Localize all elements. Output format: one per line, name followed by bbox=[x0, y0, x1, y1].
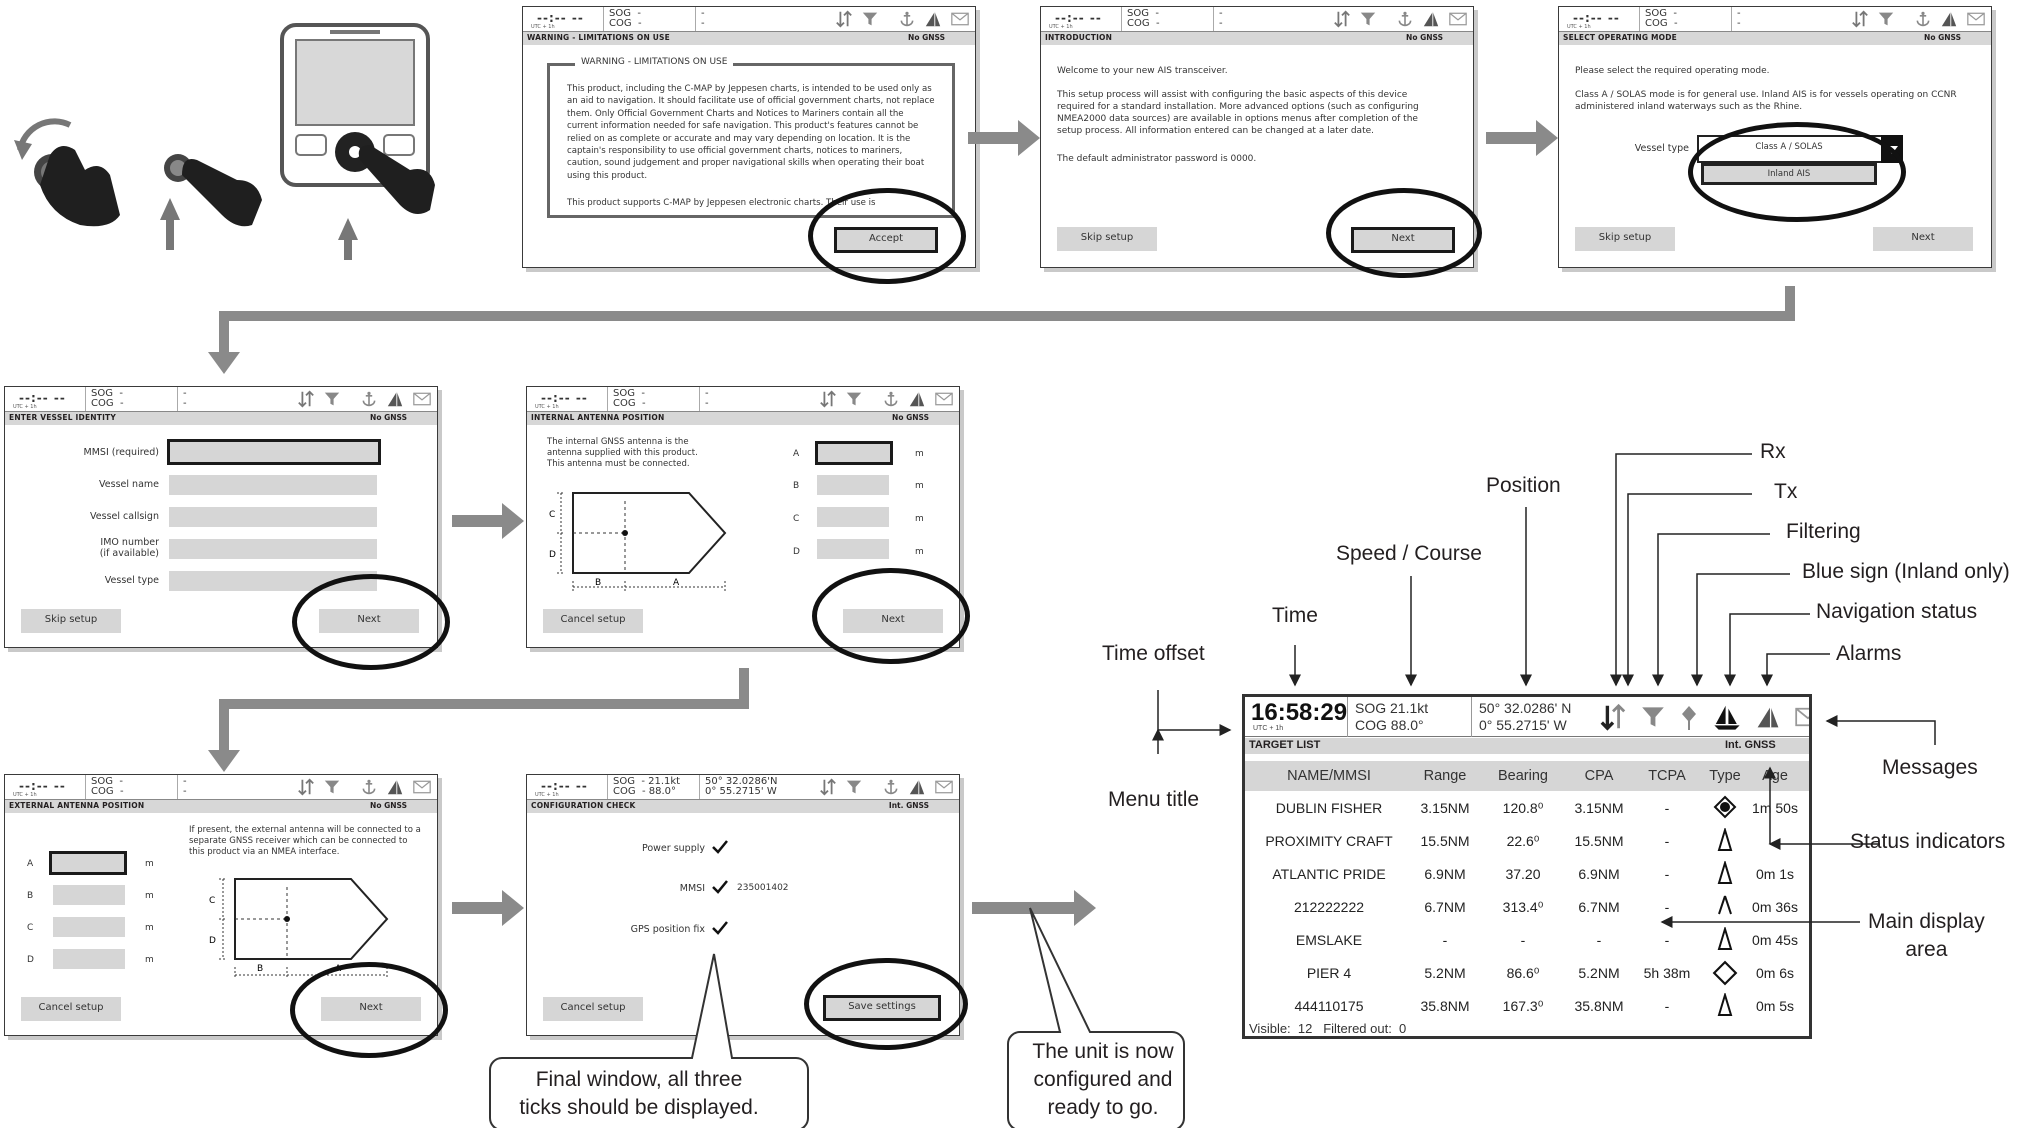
callout-shapes bbox=[489, 907, 1185, 1128]
ready-callout: The unit is now configured and ready to go… bbox=[1032, 1040, 1174, 1119]
final-window-callout: Final window, all three ticks should be d… bbox=[519, 1068, 759, 1119]
